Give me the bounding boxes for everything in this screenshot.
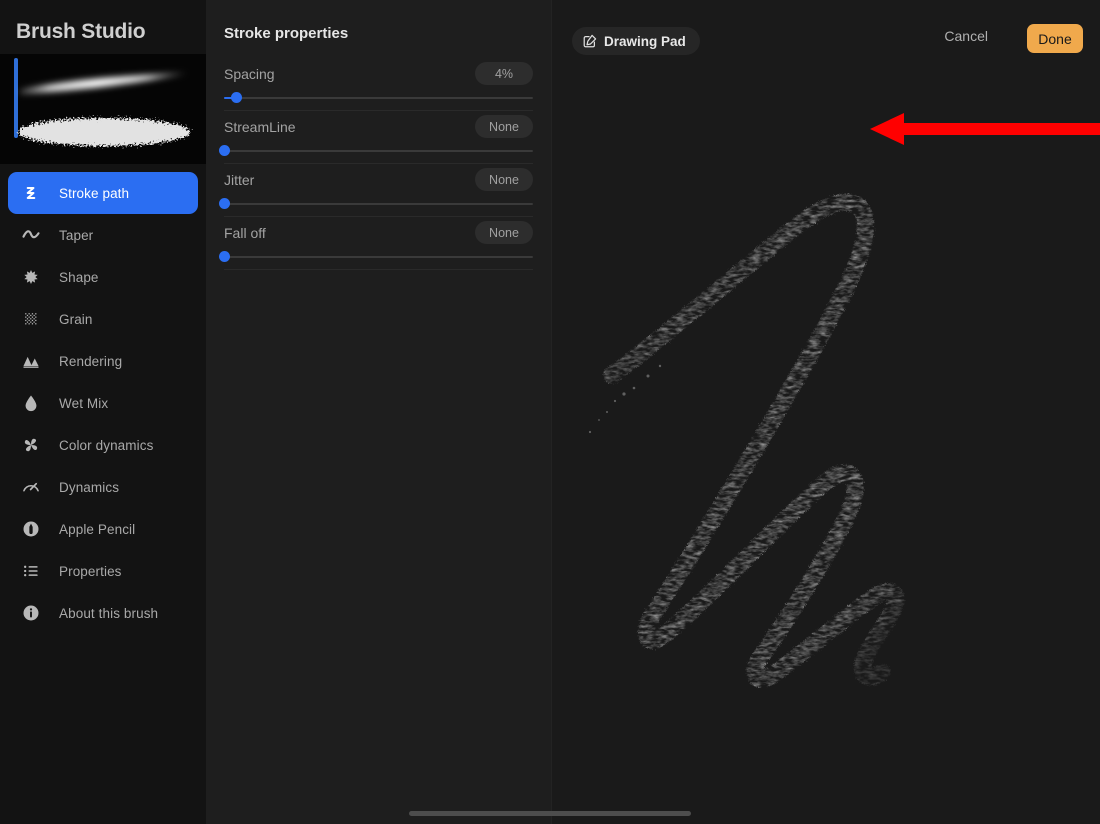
drawing-pad-button[interactable]: Drawing Pad (572, 27, 700, 55)
slider-header: Fall off None (224, 217, 533, 245)
sidebar-item-label: Rendering (59, 354, 122, 369)
wet-mix-icon (20, 392, 42, 414)
sidebar-item-taper[interactable]: Taper (8, 214, 198, 256)
slider-track (224, 256, 533, 258)
cancel-button[interactable]: Cancel (944, 28, 988, 44)
slider-track (224, 203, 533, 205)
taper-icon (20, 224, 42, 246)
panel-title: Stroke properties (224, 25, 348, 42)
shape-icon (20, 266, 42, 288)
sidebar-item-dynamics[interactable]: Dynamics (8, 466, 198, 508)
brush-test-stroke (552, 60, 1100, 760)
sidebar-item-shape[interactable]: Shape (8, 256, 198, 298)
slider-control-streamline[interactable] (224, 141, 533, 161)
rendering-icon (20, 350, 42, 372)
compose-icon (583, 34, 597, 48)
sidebar-item-apple-pencil[interactable]: Apple Pencil (8, 508, 198, 550)
sidebar-item-label: Shape (59, 270, 99, 285)
drawing-pad-label: Drawing Pad (604, 34, 686, 49)
brush-preview (0, 54, 206, 164)
sidebar-item-label: Color dynamics (59, 438, 153, 453)
brush-studio-window: Brush Studio (0, 0, 1100, 824)
slider-list: Spacing4%StreamLineNoneJitterNoneFall of… (206, 58, 551, 270)
slider-thumb-fall-off[interactable] (219, 251, 230, 262)
slider-value-jitter[interactable]: None (475, 168, 533, 191)
slider-header: Jitter None (224, 164, 533, 192)
sidebar-item-grain[interactable]: Grain (8, 298, 198, 340)
info-icon (20, 602, 42, 624)
sidebar-item-label: Wet Mix (59, 396, 108, 411)
slider-header: Spacing 4% (224, 58, 533, 86)
sidebar-item-label: About this brush (59, 606, 158, 621)
sidebar-item-stroke-path[interactable]: Stroke path (8, 172, 198, 214)
stroke-properties-panel: Stroke properties Spacing 4% StreamLine Non… (206, 0, 551, 824)
home-indicator[interactable] (409, 811, 691, 816)
slider-row-fall-off: Fall off None (206, 217, 551, 270)
grain-icon (20, 308, 42, 330)
stroke-speckles (589, 365, 661, 433)
sidebar-item-label: Grain (59, 312, 93, 327)
divider (224, 269, 533, 270)
slider-control-fall-off[interactable] (224, 247, 533, 267)
slider-header: StreamLine None (224, 111, 533, 139)
slider-value-fall-off[interactable]: None (475, 221, 533, 244)
sidebar-item-rendering[interactable]: Rendering (8, 340, 198, 382)
slider-thumb-spacing[interactable] (231, 92, 242, 103)
sidebar-item-properties[interactable]: Properties (8, 550, 198, 592)
slider-thumb-streamline[interactable] (219, 145, 230, 156)
slider-value-streamline[interactable]: None (475, 115, 533, 138)
drawing-canvas-area[interactable]: Drawing Pad Cancel Done (551, 0, 1100, 824)
sidebar-item-about-this-brush[interactable]: About this brush (8, 592, 198, 634)
done-button[interactable]: Done (1027, 24, 1083, 53)
sidebar-nav: Stroke path Taper Shape Grain Rendering Wet M… (0, 172, 206, 634)
brush-stroke-rough-preview (6, 104, 202, 160)
slider-value-spacing[interactable]: 4% (475, 62, 533, 85)
properties-icon (20, 560, 42, 582)
sidebar-item-label: Apple Pencil (59, 522, 135, 537)
slider-track (224, 150, 533, 152)
slider-label-spacing: Spacing (224, 66, 275, 82)
annotation-arrow-icon (870, 112, 1100, 146)
page-title: Brush Studio (16, 20, 145, 44)
slider-label-jitter: Jitter (224, 172, 254, 188)
slider-row-jitter: Jitter None (206, 164, 551, 217)
dynamics-icon (20, 476, 42, 498)
sidebar-item-label: Dynamics (59, 480, 119, 495)
sidebar-item-wet-mix[interactable]: Wet Mix (8, 382, 198, 424)
slider-thumb-jitter[interactable] (219, 198, 230, 209)
slider-label-fall-off: Fall off (224, 225, 266, 241)
sidebar: Brush Studio (0, 0, 206, 824)
slider-control-spacing[interactable] (224, 88, 533, 108)
sidebar-item-color-dynamics[interactable]: Color dynamics (8, 424, 198, 466)
sidebar-item-label: Taper (59, 228, 93, 243)
slider-control-jitter[interactable] (224, 194, 533, 214)
slider-row-spacing: Spacing 4% (206, 58, 551, 111)
sidebar-item-label: Properties (59, 564, 122, 579)
slider-label-streamline: StreamLine (224, 119, 296, 135)
brush-stroke-soft-preview (16, 64, 192, 104)
stroke-path-icon (20, 182, 42, 204)
apple-pencil-icon (20, 518, 42, 540)
color-dynamics-icon (20, 434, 42, 456)
slider-row-streamline: StreamLine None (206, 111, 551, 164)
sidebar-item-label: Stroke path (59, 186, 129, 201)
slider-track (224, 97, 533, 99)
